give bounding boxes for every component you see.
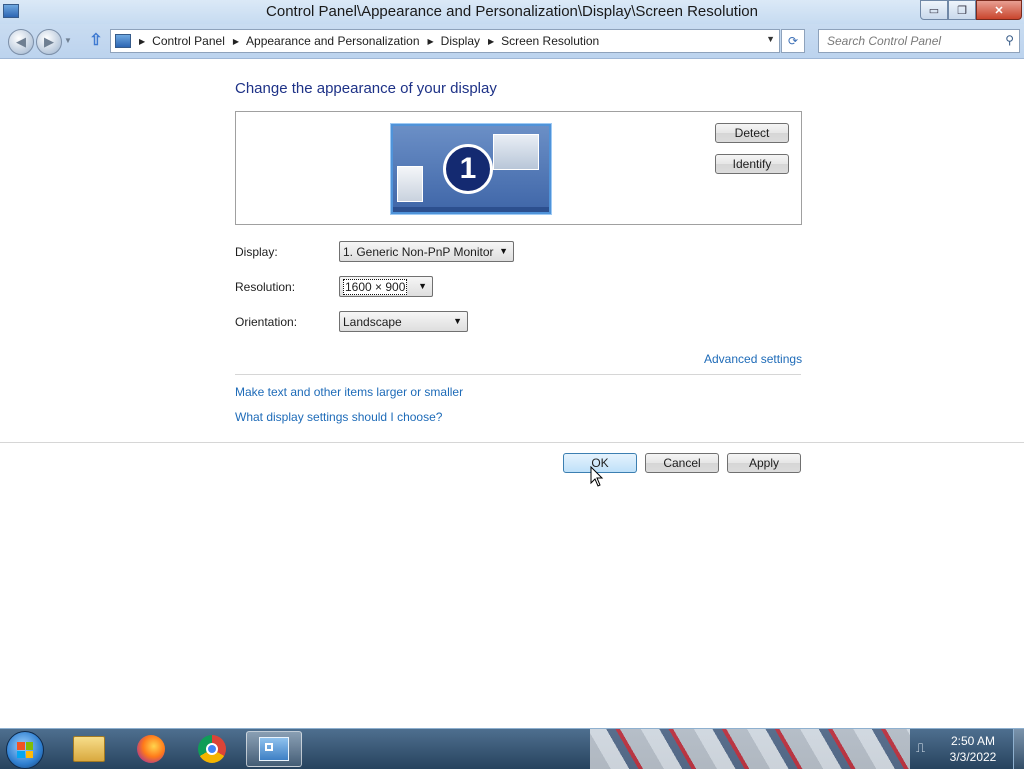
address-dropdown-icon[interactable]: ▼ bbox=[766, 34, 775, 44]
monitor-1-thumbnail[interactable]: 1 bbox=[391, 124, 551, 214]
chevron-right-icon[interactable]: ▶ bbox=[139, 37, 145, 46]
detect-button[interactable]: Detect bbox=[715, 123, 789, 143]
display-preview-panel: 1 Detect Identify bbox=[235, 111, 802, 225]
chevron-down-icon: ▼ bbox=[499, 246, 508, 256]
taskbar-firefox[interactable] bbox=[123, 731, 179, 767]
up-arrow-icon: ⇧ bbox=[89, 32, 103, 49]
advanced-settings-link[interactable]: Advanced settings bbox=[704, 352, 802, 366]
search-input[interactable] bbox=[825, 30, 999, 52]
resolution-select-value: 1600 × 900 bbox=[343, 278, 408, 295]
chevron-right-icon[interactable]: ▶ bbox=[428, 37, 434, 46]
back-arrow-icon: ◀ bbox=[16, 34, 26, 49]
refresh-button[interactable]: ⟳ bbox=[781, 29, 805, 53]
display-select[interactable]: 1. Generic Non-PnP Monitor ▼ bbox=[339, 241, 514, 262]
system-clock[interactable]: 2:50 AM 3/3/2022 bbox=[936, 733, 1010, 765]
larger-text-link[interactable]: Make text and other items larger or smal… bbox=[235, 385, 463, 399]
mouse-cursor-icon bbox=[590, 466, 604, 487]
close-button[interactable]: ✕ bbox=[976, 0, 1022, 20]
address-bar[interactable]: ▶ Control Panel ▶ Appearance and Persona… bbox=[110, 29, 780, 53]
display-help-link[interactable]: What display settings should I choose? bbox=[235, 410, 442, 424]
window-controls: ▭ ❐ ✕ bbox=[920, 0, 1022, 20]
up-level-button[interactable]: ⇧ bbox=[87, 32, 105, 50]
display-select-value: 1. Generic Non-PnP Monitor bbox=[343, 244, 494, 259]
network-icon[interactable]: ⎍ bbox=[916, 741, 930, 755]
refresh-icon: ⟳ bbox=[787, 34, 799, 48]
minimize-button[interactable]: ▭ bbox=[920, 0, 948, 20]
resolution-label: Resolution: bbox=[235, 280, 296, 294]
clock-time: 2:50 AM bbox=[950, 734, 996, 748]
search-box[interactable]: ⚲ bbox=[818, 29, 1020, 53]
desktop-wallpaper-strip bbox=[590, 729, 910, 769]
chrome-icon bbox=[198, 735, 226, 763]
show-desktop-button[interactable] bbox=[1013, 729, 1024, 769]
windows-logo-icon bbox=[17, 742, 33, 758]
breadcrumb-display[interactable]: Display bbox=[441, 34, 480, 48]
chevron-down-icon: ▼ bbox=[453, 316, 462, 326]
forward-button[interactable]: ▶ bbox=[36, 29, 62, 55]
apply-button[interactable]: Apply bbox=[727, 453, 801, 473]
control-panel-icon bbox=[115, 34, 131, 48]
monitor-number: 1 bbox=[443, 144, 493, 194]
window-title: Control Panel\Appearance and Personaliza… bbox=[266, 3, 758, 20]
breadcrumb-screen-resolution[interactable]: Screen Resolution bbox=[501, 34, 599, 48]
display-label: Display: bbox=[235, 245, 278, 259]
control-panel-icon bbox=[259, 737, 289, 761]
firefox-icon bbox=[137, 735, 165, 763]
orientation-select[interactable]: Landscape ▼ bbox=[339, 311, 468, 332]
restore-button[interactable]: ❐ bbox=[948, 0, 976, 20]
cancel-button[interactable]: Cancel bbox=[645, 453, 719, 473]
breadcrumb-control-panel[interactable]: Control Panel bbox=[152, 34, 225, 48]
forward-arrow-icon: ▶ bbox=[44, 34, 54, 49]
page-heading: Change the appearance of your display bbox=[235, 80, 497, 97]
resolution-select[interactable]: 1600 × 900 ▼ bbox=[339, 276, 433, 297]
orientation-label: Orientation: bbox=[235, 315, 298, 329]
preview-taskbar-graphic bbox=[393, 207, 549, 212]
breadcrumb-appearance[interactable]: Appearance and Personalization bbox=[246, 34, 419, 48]
divider bbox=[235, 374, 801, 375]
divider bbox=[0, 442, 1024, 443]
taskbar-control-panel[interactable] bbox=[246, 731, 302, 767]
recent-pages-dropdown[interactable]: ▼ bbox=[64, 36, 72, 45]
folder-icon bbox=[73, 736, 105, 762]
search-icon[interactable]: ⚲ bbox=[1005, 33, 1014, 47]
preview-window-graphic bbox=[493, 134, 539, 170]
taskbar-explorer[interactable] bbox=[61, 731, 117, 767]
chevron-right-icon[interactable]: ▶ bbox=[488, 37, 494, 46]
clock-date: 3/3/2022 bbox=[949, 750, 997, 764]
start-button[interactable] bbox=[6, 731, 44, 769]
chevron-down-icon: ▼ bbox=[418, 281, 427, 291]
taskbar: ⎍ 2:50 AM 3/3/2022 bbox=[0, 728, 1024, 769]
navigation-bar: ◀ ▶ ▼ ⇧ ▶ Control Panel ▶ Appearance and… bbox=[0, 24, 1024, 59]
identify-button[interactable]: Identify bbox=[715, 154, 789, 174]
back-button[interactable]: ◀ bbox=[8, 29, 34, 55]
chevron-right-icon[interactable]: ▶ bbox=[233, 37, 239, 46]
title-bar[interactable]: Control Panel\Appearance and Personaliza… bbox=[0, 0, 1024, 24]
taskbar-chrome[interactable] bbox=[184, 731, 240, 767]
orientation-select-value: Landscape bbox=[343, 314, 402, 329]
preview-sidebar-graphic bbox=[397, 166, 423, 202]
